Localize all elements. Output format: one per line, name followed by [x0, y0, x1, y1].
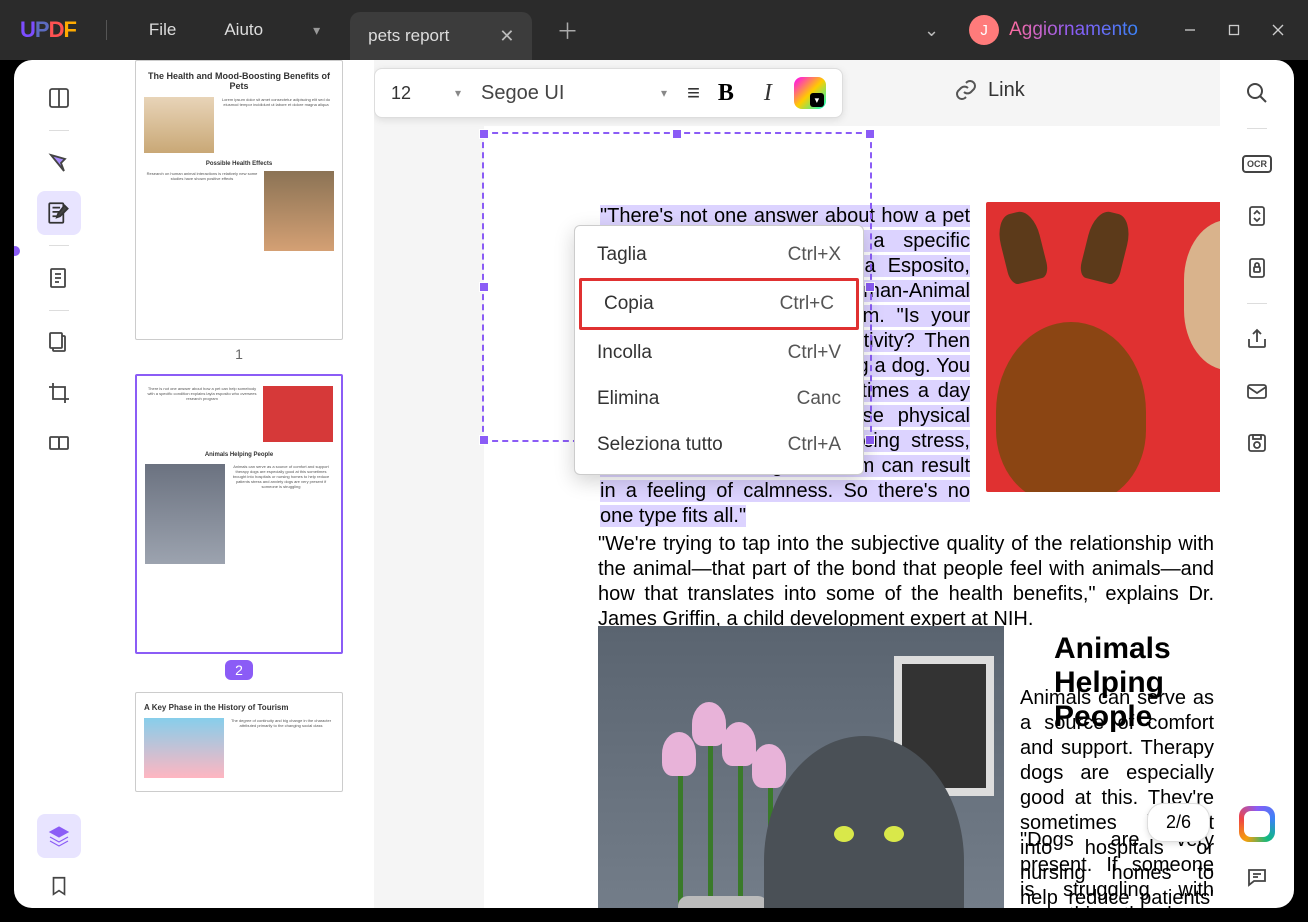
reader-mode-icon[interactable] — [37, 76, 81, 120]
context-copy[interactable]: CopiaCtrl+C — [579, 278, 859, 330]
menu-file[interactable]: File — [149, 20, 176, 40]
convert-icon[interactable] — [1240, 199, 1274, 233]
resize-handle[interactable] — [479, 435, 489, 445]
crop-icon[interactable] — [37, 371, 81, 415]
resize-handle[interactable] — [479, 129, 489, 139]
font-size-input[interactable] — [391, 83, 445, 104]
context-cut[interactable]: TagliaCtrl+X — [575, 232, 863, 278]
ocr-icon[interactable]: OCR — [1240, 147, 1274, 181]
page-indicator[interactable]: 2/6 — [1147, 803, 1210, 842]
thumb-label-2: 2 — [225, 660, 253, 680]
email-icon[interactable] — [1240, 374, 1274, 408]
search-icon[interactable] — [1240, 76, 1274, 110]
scroll-indicator[interactable] — [14, 246, 20, 256]
resize-handle[interactable] — [672, 129, 682, 139]
save-icon[interactable] — [1240, 426, 1274, 460]
thumbnail-panel: The Health and Mood-Boosting Benefits of… — [104, 60, 374, 908]
left-sidebar — [14, 60, 104, 908]
divider — [106, 20, 107, 40]
window-minimize-button[interactable] — [1168, 14, 1212, 46]
titlebar: UPDF File Aiuto ▾ pets report ✕ ＋ ⌄ J Ag… — [0, 0, 1308, 60]
italic-button[interactable]: I — [752, 80, 784, 107]
bookmark-icon[interactable] — [37, 864, 81, 908]
cat-tulips-image — [598, 626, 1004, 908]
ai-assistant-icon[interactable] — [1239, 806, 1275, 842]
chevron-down-icon[interactable]: ⌄ — [924, 20, 939, 41]
document-area: ▾ ▾ ≡ B I ▾ Link "There's not one answer… — [374, 60, 1220, 908]
thumbnail-page-3[interactable]: A Key Phase in the History of Tourism Th… — [122, 692, 356, 792]
app-logo: UPDF — [20, 17, 76, 43]
align-icon[interactable]: ≡ — [687, 80, 700, 106]
menu-help[interactable]: Aiuto — [224, 20, 263, 40]
dogs-image — [986, 202, 1220, 492]
tab-list-dropdown[interactable]: ▾ — [307, 16, 326, 45]
thumbnail-page-2[interactable]: There is not one answer about how a pet … — [122, 374, 356, 680]
window-maximize-button[interactable] — [1212, 14, 1256, 46]
resize-handle[interactable] — [865, 129, 875, 139]
window-close-button[interactable] — [1256, 14, 1300, 46]
layers-panel-icon[interactable] — [37, 814, 81, 858]
thumb-label-1: 1 — [122, 346, 356, 362]
app-body: The Health and Mood-Boosting Benefits of… — [14, 60, 1294, 908]
link-tool[interactable]: Link — [954, 78, 1025, 102]
fontsize-dropdown-icon[interactable]: ▾ — [455, 86, 461, 100]
resize-handle[interactable] — [865, 282, 875, 292]
organize-pages-icon[interactable] — [37, 321, 81, 365]
share-icon[interactable] — [1240, 322, 1274, 356]
thumbnail-page-1[interactable]: The Health and Mood-Boosting Benefits of… — [122, 60, 356, 362]
context-select-all[interactable]: Seleziona tuttoCtrl+A — [575, 422, 863, 468]
context-paste[interactable]: IncollaCtrl+V — [575, 330, 863, 376]
link-icon — [954, 78, 978, 102]
text-color-picker[interactable]: ▾ — [794, 77, 826, 109]
edit-tool-icon[interactable] — [37, 191, 81, 235]
font-name-input[interactable] — [481, 82, 651, 105]
comments-panel-icon[interactable] — [1240, 860, 1274, 894]
tab-title: pets report — [368, 26, 449, 46]
tab-close-icon[interactable]: ✕ — [499, 26, 514, 47]
page-tools-icon[interactable] — [37, 256, 81, 300]
document-tab[interactable]: pets report ✕ — [350, 12, 532, 60]
right-sidebar: OCR — [1220, 60, 1294, 908]
tab-add-button[interactable]: ＋ — [556, 14, 578, 46]
text-format-toolbar: ▾ ▾ ≡ B I ▾ — [374, 68, 843, 118]
resize-handle[interactable] — [865, 435, 875, 445]
bold-button[interactable]: B — [710, 80, 742, 107]
compare-icon[interactable] — [37, 421, 81, 465]
comment-tool-icon[interactable] — [37, 141, 81, 185]
upgrade-link[interactable]: Aggiornamento — [1009, 19, 1138, 41]
context-menu: TagliaCtrl+X CopiaCtrl+C IncollaCtrl+V E… — [574, 225, 864, 475]
user-avatar[interactable]: J — [969, 15, 999, 45]
context-delete[interactable]: EliminaCanc — [575, 376, 863, 422]
body-paragraph-2[interactable]: "We're trying to tap into the subjective… — [598, 532, 1214, 632]
resize-handle[interactable] — [479, 282, 489, 292]
fontname-dropdown-icon[interactable]: ▾ — [661, 86, 667, 100]
protect-icon[interactable] — [1240, 251, 1274, 285]
